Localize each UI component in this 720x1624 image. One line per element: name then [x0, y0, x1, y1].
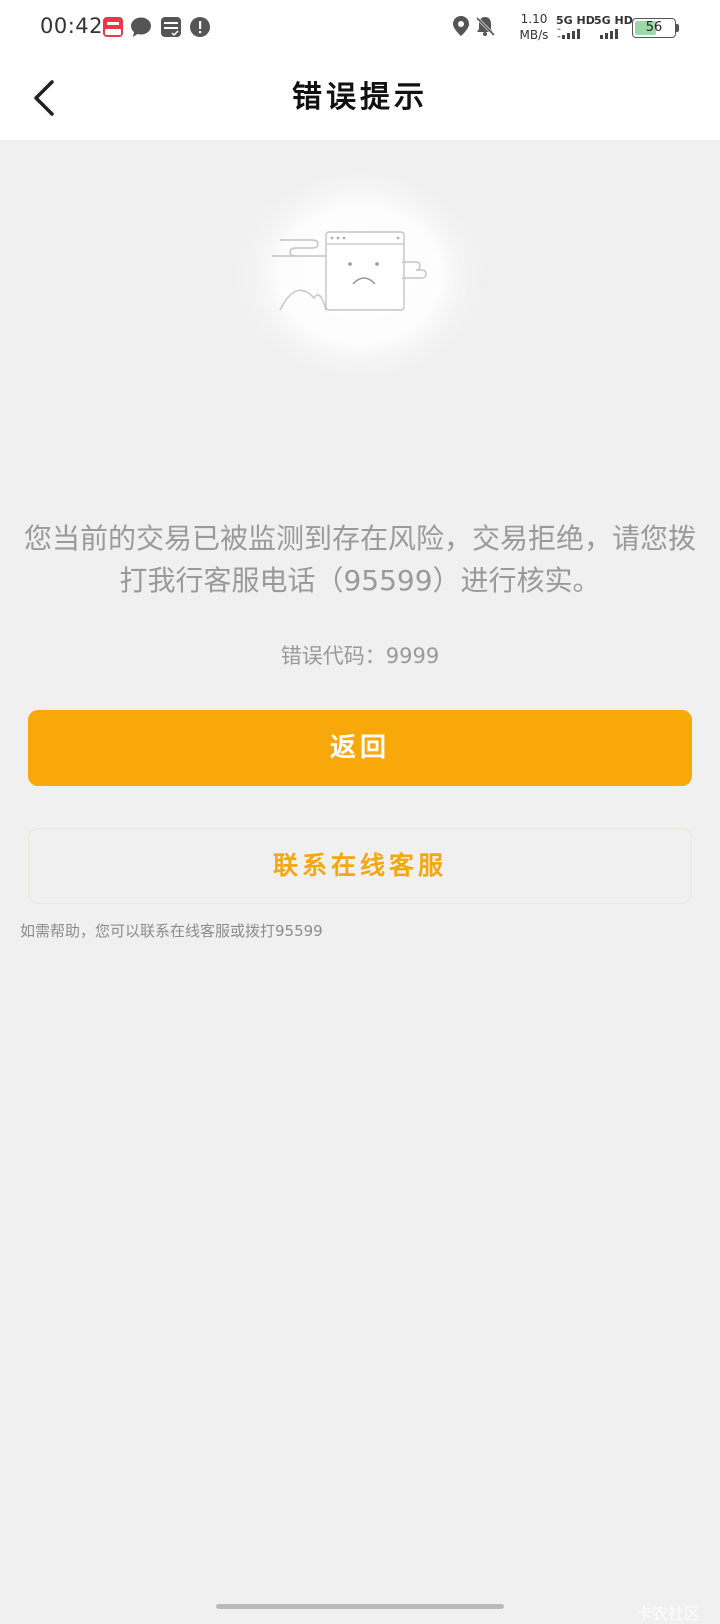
error-message: 您当前的交易已被监测到存在风险，交易拒绝，请您拨打我行客服电话（95599）进行… — [23, 522, 696, 597]
title-bar: 错误提示 — [0, 56, 720, 140]
message-icon — [131, 17, 151, 37]
mute-bell-icon — [475, 16, 496, 37]
sad-window-icon — [226, 160, 494, 390]
sim2-label: 5G HD — [594, 14, 633, 27]
status-bar: 00:42 1.10 MB/s 5G HD 5G HD 56 — [0, 0, 720, 56]
chevron-left-icon[interactable] — [22, 74, 70, 122]
back-button[interactable]: 返回 — [28, 710, 692, 786]
signal-bars-icon — [557, 28, 580, 39]
battery-indicator: 56 — [632, 18, 676, 38]
app-badge-icon — [103, 17, 123, 37]
watermark: 卡农社区 — [635, 1604, 700, 1623]
alert-icon — [190, 17, 210, 37]
status-time: 00:42 — [40, 14, 104, 38]
network-speed-unit: MB/s — [519, 28, 549, 42]
network-speed: 1.10 MB/s — [516, 11, 552, 43]
signal-bars-icon — [600, 29, 618, 39]
location-icon — [453, 16, 469, 36]
contact-service-button[interactable]: 联系在线客服 — [28, 828, 692, 904]
error-code: 错误代码：9999 — [280, 644, 440, 668]
page-title: 错误提示 — [292, 80, 428, 115]
battery-nub — [676, 24, 679, 32]
help-text: 如需帮助，您可以联系在线客服或拨打95599 — [20, 922, 323, 940]
network-speed-value: 1.10 — [520, 12, 548, 26]
sim-card-icon — [161, 17, 181, 37]
home-indicator[interactable] — [216, 1604, 504, 1609]
sim1-label: 5G HD — [556, 14, 595, 27]
battery-level: 56 — [645, 20, 663, 35]
